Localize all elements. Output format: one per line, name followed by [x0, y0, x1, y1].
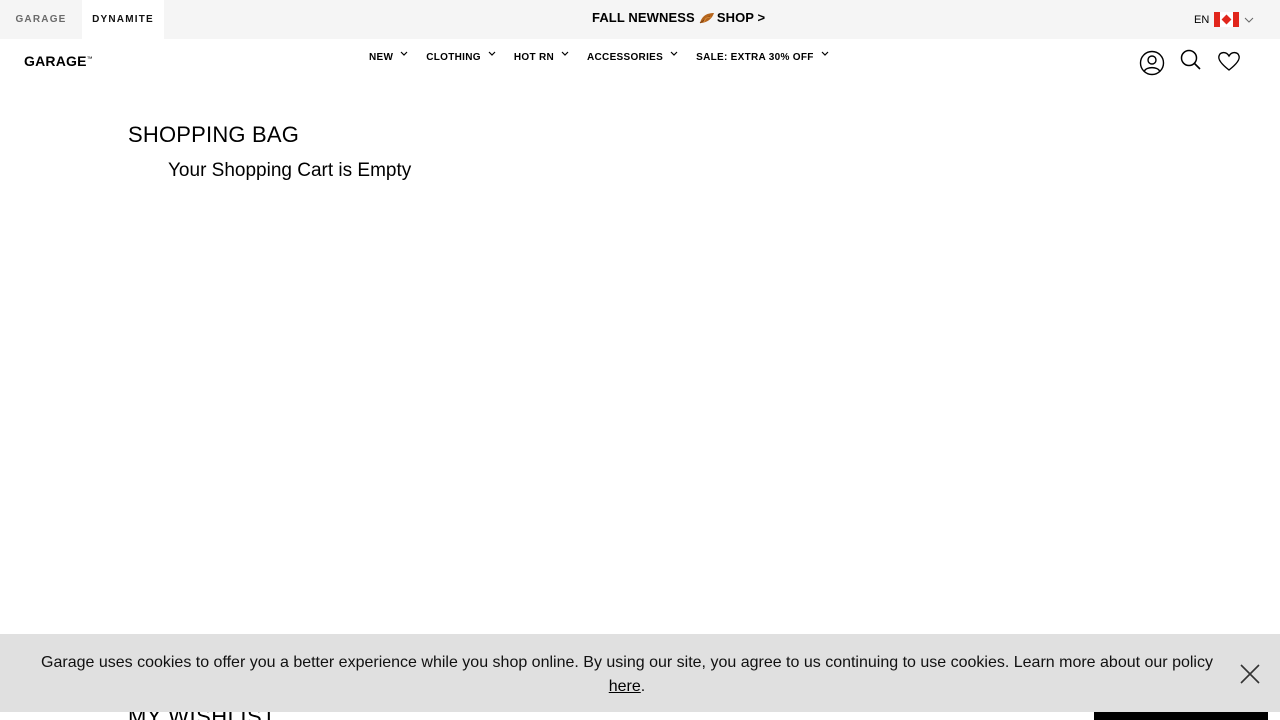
nav-item-label: ACCESSORIES [587, 52, 664, 63]
chevron-down-icon [1244, 17, 1254, 23]
nav-item-hot-rn[interactable]: HOT RN [513, 51, 569, 63]
nav-item-label: SALE: EXTRA 30% OFF [696, 52, 814, 63]
cookie-message: Garage uses cookies to offer you a bette… [41, 654, 1213, 671]
nav-item-label: NEW [369, 52, 394, 63]
account-icon[interactable] [1139, 50, 1165, 76]
nav-item-label: HOT RN [513, 52, 554, 63]
promo-text: FALL NEWNESS [592, 10, 695, 25]
leaf-icon [698, 11, 716, 25]
main-header: GARAGE™ NEW CLOTHING HOT RN ACCESSORIES … [0, 39, 1280, 85]
nav-item-accessories[interactable]: ACCESSORIES [587, 51, 678, 63]
logo-text: GARAGE [24, 53, 87, 69]
chevron-down-icon [561, 51, 569, 56]
search-icon[interactable] [1178, 47, 1204, 73]
canada-flag-icon [1214, 12, 1240, 27]
heart-icon[interactable] [1216, 48, 1242, 74]
cookie-trailing: . [640, 678, 646, 695]
cookie-text-block: Garage uses cookies to offer you a bette… [0, 651, 1254, 699]
nav-item-label: CLOTHING [426, 52, 481, 63]
locale-selector[interactable]: EN [1194, 12, 1254, 27]
brand-tab-garage[interactable]: GARAGE [0, 0, 82, 39]
cookie-banner: Garage uses cookies to offer you a bette… [0, 634, 1280, 712]
promo-banner[interactable]: FALL NEWNESS SHOP > [592, 10, 765, 25]
empty-cart-message: Your Shopping Cart is Empty [168, 160, 412, 181]
page-title: SHOPPING BAG [128, 122, 300, 147]
promo-shop-link[interactable]: SHOP > [717, 10, 765, 25]
nav-item-new[interactable]: NEW [369, 51, 408, 63]
language-label: EN [1194, 13, 1210, 26]
chevron-down-icon [400, 51, 408, 56]
nav-item-clothing[interactable]: CLOTHING [426, 51, 496, 63]
brand-topbar: GARAGE DYNAMITE FALL NEWNESS SHOP > EN [0, 0, 1280, 39]
brand-tab-dynamite[interactable]: DYNAMITE [82, 0, 164, 39]
chevron-down-icon [488, 51, 496, 56]
close-icon[interactable] [1239, 663, 1261, 685]
chevron-down-icon [670, 51, 678, 56]
cookie-policy-link[interactable]: here [609, 678, 641, 695]
nav-item-sale[interactable]: SALE: EXTRA 30% OFF [696, 51, 829, 63]
garage-logo[interactable]: GARAGE™ [24, 53, 93, 69]
main-nav: NEW CLOTHING HOT RN ACCESSORIES SALE: EX… [369, 51, 829, 63]
chevron-down-icon [821, 51, 829, 56]
